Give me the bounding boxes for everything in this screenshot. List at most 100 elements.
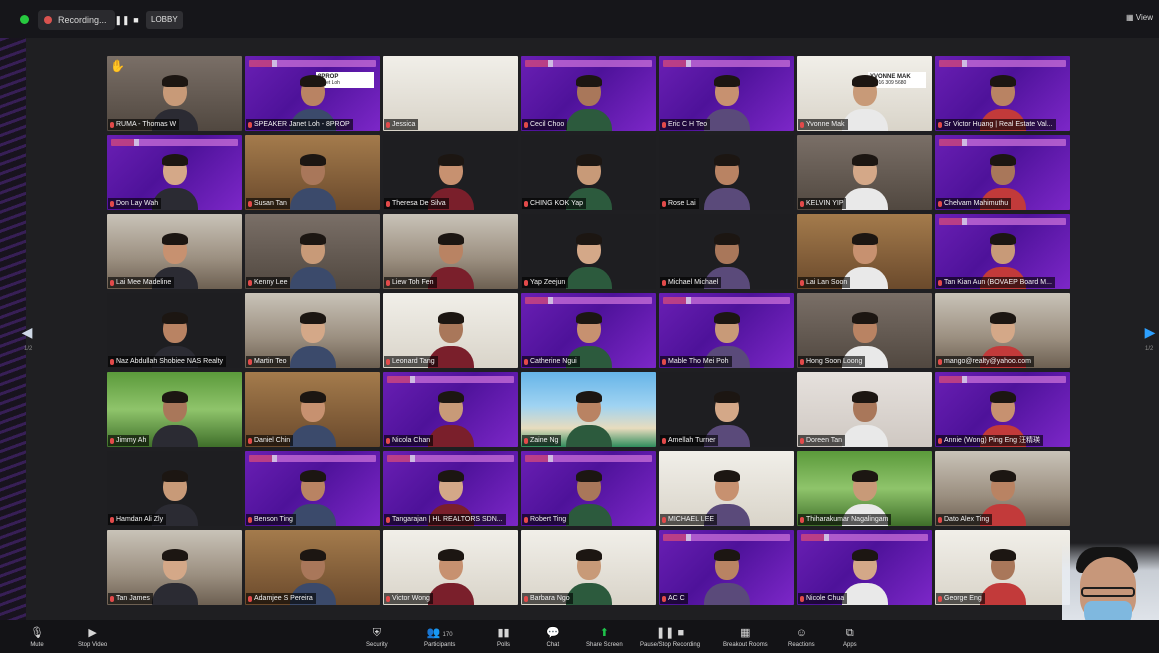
participant-shoulders <box>289 425 336 447</box>
participant-tile[interactable]: KELVIN YIP <box>797 135 932 210</box>
participant-tile[interactable]: YVONNE MAK +6016 309 5680 Yvonne Mak <box>797 56 932 131</box>
right-page-indicator: 1/2 <box>1145 346 1154 352</box>
breakout-rooms-label: Breakout Rooms <box>723 642 768 648</box>
next-page-arrow-icon[interactable]: ▶ <box>1143 322 1157 342</box>
polls-button[interactable]: ▮▮ Polls <box>497 627 510 649</box>
participant-tile[interactable]: Susan Tan <box>245 135 380 210</box>
participant-tile[interactable]: Mable Tho Mei Poh <box>659 293 794 368</box>
participant-tile[interactable]: Lai Lan Soon <box>797 214 932 289</box>
participant-tile[interactable]: Thiharakumar Nagalingam <box>797 451 932 526</box>
participant-tile[interactable]: Kenny Lee <box>245 214 380 289</box>
participant-tile[interactable]: Nicole Chua <box>797 530 932 605</box>
participant-video <box>289 310 336 368</box>
participant-tile[interactable]: Lai Mee Madeline <box>107 214 242 289</box>
participant-tile[interactable]: Nicola Chan <box>383 372 518 447</box>
participant-tile[interactable]: Yap Zeejun <box>521 214 656 289</box>
participant-tile[interactable]: Naz Abdullah Shobiee NAS Realty <box>107 293 242 368</box>
participant-tile[interactable]: Daniel Chin <box>245 372 380 447</box>
participant-name-tag: Thiharakumar Nagalingam <box>798 514 892 525</box>
muted-microphone-icon <box>524 516 528 523</box>
participant-tile[interactable]: Dato Alex Ting <box>935 451 1070 526</box>
participant-name: Susan Tan <box>254 200 287 207</box>
participant-name: Theresa De Silva <box>392 200 446 207</box>
participant-name-tag: Eric C H Teo <box>660 119 711 130</box>
security-button[interactable]: ⛨ Security <box>366 627 388 649</box>
muted-microphone-icon <box>662 595 666 602</box>
participant-name-tag: George Eng <box>936 593 985 604</box>
mute-button[interactable]: 🎙 Mute <box>30 627 44 649</box>
participant-video <box>841 389 888 447</box>
lobby-badge[interactable]: LOBBY <box>146 11 183 29</box>
participant-name-tag: Hamdan Ali Zly <box>108 514 167 525</box>
participant-hair <box>299 312 326 324</box>
participant-name-tag: Liew Toh Fen <box>384 277 437 288</box>
participant-tile[interactable]: CHING KOK Yap <box>521 135 656 210</box>
muted-microphone-icon <box>248 279 252 286</box>
previous-page-arrow-icon[interactable]: ◀ <box>20 322 34 342</box>
participant-shoulders <box>565 425 612 447</box>
participant-tile[interactable]: Martin Teo <box>245 293 380 368</box>
participant-tile[interactable]: Tangarajan | HL REALTORS SDN... <box>383 451 518 526</box>
view-grid-icon: ▦ <box>1126 13 1136 22</box>
participant-tile[interactable]: Tan Kian Aun (BOVAEP Board M... <box>935 214 1070 289</box>
stop-video-button[interactable]: ▶ Stop Video <box>78 627 107 649</box>
participant-name: Annie (Wong) Ping Eng 汪精瑛 <box>944 437 1040 444</box>
reactions-button[interactable]: ☺ Reactions <box>788 627 815 649</box>
participant-tile[interactable]: Theresa De Silva <box>383 135 518 210</box>
participant-tile[interactable]: 8PROP Janet Loh SPEAKER Janet Loh - 8PROP <box>245 56 380 131</box>
participant-tile[interactable]: Adamjee S Pereira <box>245 530 380 605</box>
participant-video <box>565 468 612 526</box>
breakout-rooms-button[interactable]: ▦ Breakout Rooms <box>723 627 768 649</box>
participant-name: Leonard Tang <box>392 358 435 365</box>
chat-button[interactable]: 💬 Chat <box>546 627 560 649</box>
participant-tile[interactable]: Cecil Choo <box>521 56 656 131</box>
participant-video <box>289 231 336 289</box>
participant-tile[interactable]: Zaine Ng <box>521 372 656 447</box>
participant-tile[interactable]: Doreen Tan <box>797 372 932 447</box>
participant-tile[interactable]: AC C <box>659 530 794 605</box>
participant-tile[interactable]: Jessica <box>383 56 518 131</box>
participant-tile[interactable]: Don Lay Wah <box>107 135 242 210</box>
participant-tile[interactable]: Michael Michael <box>659 214 794 289</box>
apps-button[interactable]: ⧉ Apps <box>843 627 857 649</box>
participant-video <box>151 389 198 447</box>
participant-name: Dato Alex Ting <box>944 516 990 523</box>
participant-tile[interactable]: Rose Lai <box>659 135 794 210</box>
participant-tile[interactable]: Annie (Wong) Ping Eng 汪精瑛 <box>935 372 1070 447</box>
muted-microphone-icon <box>662 516 666 523</box>
participant-tile[interactable]: Amellah Turner <box>659 372 794 447</box>
participant-tile[interactable]: Liew Toh Fen <box>383 214 518 289</box>
participant-hair <box>575 312 602 324</box>
participant-tile[interactable]: George Eng <box>935 530 1070 605</box>
view-button[interactable]: ▦ View <box>1126 13 1153 22</box>
participant-tile[interactable]: Robert Ting <box>521 451 656 526</box>
participant-tile[interactable]: Tan James <box>107 530 242 605</box>
participant-name-tag: Daniel Chin <box>246 435 294 446</box>
participant-name: Mable Tho Mei Poh <box>668 358 729 365</box>
participant-tile[interactable]: Barbara Ngo <box>521 530 656 605</box>
participant-tile[interactable]: MICHAEL LEE <box>659 451 794 526</box>
participant-name: Chelvam Mahimuthu <box>944 200 1009 207</box>
participant-tile[interactable]: Eric C H Teo <box>659 56 794 131</box>
participant-tile[interactable]: Catherine Ngui <box>521 293 656 368</box>
participant-tile[interactable]: ✋ RUMA - Thomas W <box>107 56 242 131</box>
participant-hair <box>437 470 464 482</box>
participant-tile[interactable]: Benson Ting <box>245 451 380 526</box>
participants-button[interactable]: 👥 170 Participants <box>424 627 455 649</box>
participant-tile[interactable]: mango@realty@yahoo.com <box>935 293 1070 368</box>
share-screen-button[interactable]: ⬆ Share Screen <box>586 627 623 649</box>
participant-tile[interactable]: Chelvam Mahimuthu <box>935 135 1070 210</box>
participant-tile[interactable]: Hong Soon Loong <box>797 293 932 368</box>
meeting-toolbar: 🎙 Mute ▶ Stop Video ⛨ Security 👥 170 Part… <box>0 620 1159 653</box>
participant-tile[interactable]: Hamdan Ali Zly <box>107 451 242 526</box>
participant-hair <box>161 549 188 561</box>
participant-tile[interactable]: Jimmy Ah <box>107 372 242 447</box>
participant-tile[interactable]: Leonard Tang <box>383 293 518 368</box>
apps-icon: ⧉ <box>845 627 854 639</box>
event-banner <box>663 60 790 67</box>
participant-tile[interactable]: Victor Wong <box>383 530 518 605</box>
pause-stop-recording-button[interactable]: ❚❚ ■ Pause/Stop Recording <box>640 627 700 649</box>
stop-recording-icon[interactable]: ■ <box>128 12 144 28</box>
participant-hair <box>437 154 464 166</box>
participant-tile[interactable]: Sr Victor Huang | Real Estate Val... <box>935 56 1070 131</box>
